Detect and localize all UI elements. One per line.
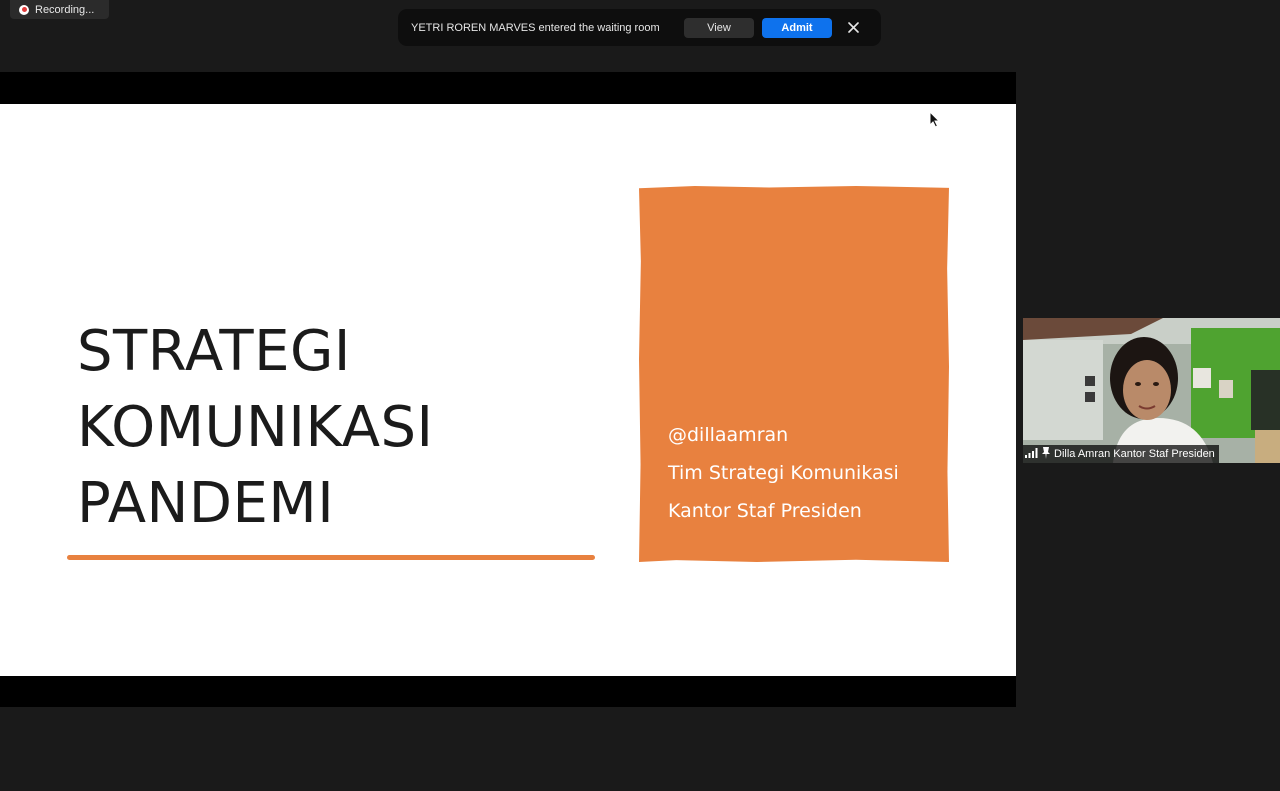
presentation-slide: STRATEGI KOMUNIKASI PANDEMI @dillaamran … — [0, 104, 1016, 676]
view-button[interactable]: View — [684, 17, 754, 38]
admit-button[interactable]: Admit — [762, 17, 832, 38]
slide-title-line: PANDEMI — [77, 471, 335, 536]
record-icon — [19, 4, 29, 15]
signal-icon — [1025, 447, 1038, 461]
slide-title-line: KOMUNIKASI — [77, 395, 434, 460]
presenter-info: @dillaamran Tim Strategi Komunikasi Kant… — [668, 416, 899, 530]
recording-indicator[interactable]: Recording... — [10, 0, 109, 19]
title-underline — [67, 555, 595, 560]
waiting-room-notification: YETRI ROREN MARVES entered the waiting r… — [398, 9, 881, 46]
presenter-office: Kantor Staf Presiden — [668, 500, 862, 522]
recording-label: Recording... — [35, 3, 95, 16]
participant-video[interactable] — [1023, 318, 1280, 463]
presenter-handle: @dillaamran — [668, 424, 789, 446]
orange-info-box: @dillaamran Tim Strategi Komunikasi Kant… — [639, 186, 949, 562]
participant-name: Dilla Amran Kantor Staf Presiden — [1054, 448, 1215, 460]
close-icon[interactable] — [845, 20, 861, 36]
slide-title-line: STRATEGI — [77, 319, 351, 384]
pin-icon — [1041, 446, 1051, 462]
participant-name-tag: Dilla Amran Kantor Staf Presiden — [1023, 445, 1219, 463]
presenter-team: Tim Strategi Komunikasi — [668, 462, 899, 484]
slide-title: STRATEGI KOMUNIKASI PANDEMI — [77, 314, 434, 542]
notification-message: YETRI ROREN MARVES entered the waiting r… — [411, 21, 660, 34]
mouse-cursor-icon — [929, 110, 941, 133]
participant-video-frame — [1023, 318, 1280, 463]
